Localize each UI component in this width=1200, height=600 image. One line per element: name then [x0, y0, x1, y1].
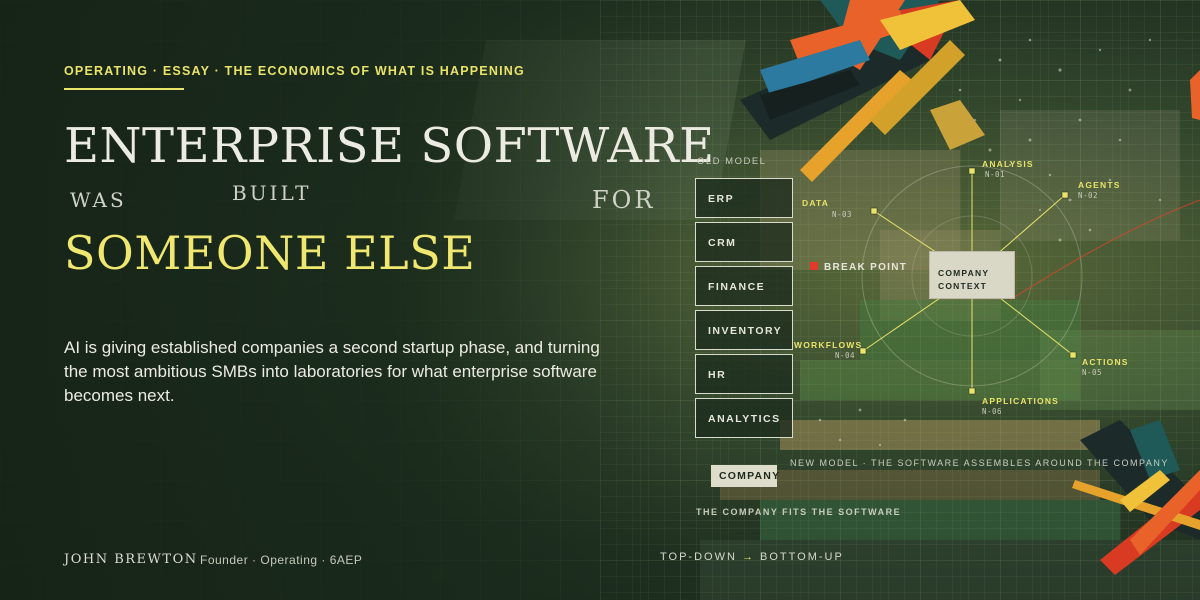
- break-point-icon: [810, 262, 818, 270]
- headline-line-1: ENTERPRISE SOFTWARE: [64, 118, 715, 174]
- lede-paragraph: AI is giving established companies a sec…: [64, 338, 600, 405]
- node-workflows-id: N-04: [835, 351, 856, 360]
- break-point-text: BREAK POINT: [824, 262, 908, 273]
- node-data-id: N-03: [832, 210, 853, 219]
- headline-word-built: BUILT: [232, 181, 312, 205]
- stack-item-label: ERP: [708, 193, 735, 205]
- stack-item-hr: HR: [695, 354, 793, 394]
- shard-cluster-top: [740, 0, 985, 182]
- node-applications-id: N-06: [982, 407, 1003, 416]
- company-context-box: COMPANY CONTEXT: [929, 251, 1015, 299]
- node-agents-label: AGENTS: [1078, 180, 1121, 190]
- company-chip: COMPANY: [711, 465, 779, 487]
- author-name: JOHN BREWTON: [64, 552, 198, 567]
- node-analysis-label: ANALYSIS: [982, 159, 1034, 169]
- arrow-right-icon: →: [741, 551, 755, 563]
- stack-item-label: ANALYTICS: [708, 413, 781, 425]
- network-diagram: [740, 0, 1200, 575]
- headline-word-was: WAS: [70, 188, 127, 212]
- break-point-label: BREAK POINT: [810, 262, 907, 273]
- author-byline: Founder · Operating · 6AEP: [200, 553, 363, 567]
- stack-item-label: INVENTORY: [708, 325, 783, 337]
- fits-caption: THE COMPANY FITS THE SOFTWARE: [696, 507, 902, 517]
- node-agents-id: N-02: [1078, 191, 1099, 200]
- hero-banner: OPERATING · ESSAY · THE ECONOMICS OF WHA…: [0, 0, 1200, 600]
- headline-word-for: FOR: [592, 186, 656, 214]
- model-shift-footer: TOP-DOWN → BOTTOM-UP: [660, 551, 844, 563]
- footer-to: BOTTOM-UP: [760, 551, 844, 563]
- node-applications-label: APPLICATIONS: [982, 396, 1060, 406]
- stack-item-erp: ERP: [695, 178, 793, 218]
- stack-item-label: HR: [708, 369, 727, 381]
- stack-item-crm: CRM: [695, 222, 793, 262]
- shard-cluster-bottom: [1072, 70, 1200, 575]
- stack-item-label: CRM: [708, 237, 737, 249]
- old-model-label: OLD MODEL: [697, 156, 767, 167]
- node-workflows-label: WORKFLOWS: [794, 340, 863, 350]
- node-data-label: DATA: [802, 198, 830, 208]
- footer-from: TOP-DOWN: [660, 551, 737, 563]
- new-model-caption: NEW MODEL · THE SOFTWARE ASSEMBLES AROUN…: [790, 458, 1169, 468]
- context-line-1: COMPANY: [938, 268, 990, 278]
- eyebrow-rule: [64, 88, 184, 90]
- software-stack: ERP CRM FINANCE INVENTORY HR ANALYTICS: [695, 178, 793, 442]
- stack-item-analytics: ANALYTICS: [695, 398, 793, 438]
- eyebrow-label: OPERATING · ESSAY · THE ECONOMICS OF WHA…: [64, 64, 525, 78]
- headline-line-3: SOMEONE ELSE: [64, 226, 476, 280]
- stack-item-finance: FINANCE: [695, 266, 793, 306]
- context-line-2: CONTEXT: [938, 281, 988, 291]
- stack-item-label: FINANCE: [708, 281, 766, 293]
- node-actions-id: N-05: [1082, 368, 1103, 377]
- stack-item-inventory: INVENTORY: [695, 310, 793, 350]
- node-actions-label: ACTIONS: [1082, 357, 1129, 367]
- node-analysis-id: N-01: [985, 170, 1006, 179]
